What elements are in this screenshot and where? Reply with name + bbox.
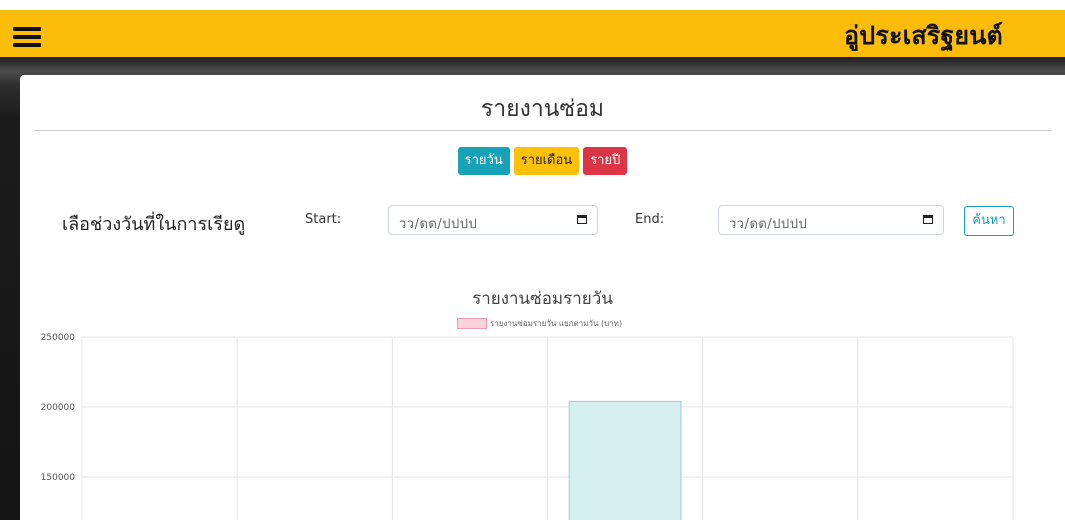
brand-title: อู่ประเสริฐยนต์ <box>844 21 1003 50</box>
y-tick-label: 150000 <box>41 473 76 483</box>
bar-chart: 250000 200000 150000 <box>41 333 1014 520</box>
top-navbar: อู่ประเสริฐยนต์ <box>0 10 1065 57</box>
hamburger-icon[interactable] <box>13 27 41 47</box>
report-card: รายงานซ่อม รายวัน รายเดือน รายปี เลือช่ว… <box>20 75 1065 520</box>
chart-bar[interactable] <box>568 400 682 520</box>
y-tick-label: 250000 <box>41 333 76 343</box>
y-tick-label: 200000 <box>41 403 76 413</box>
